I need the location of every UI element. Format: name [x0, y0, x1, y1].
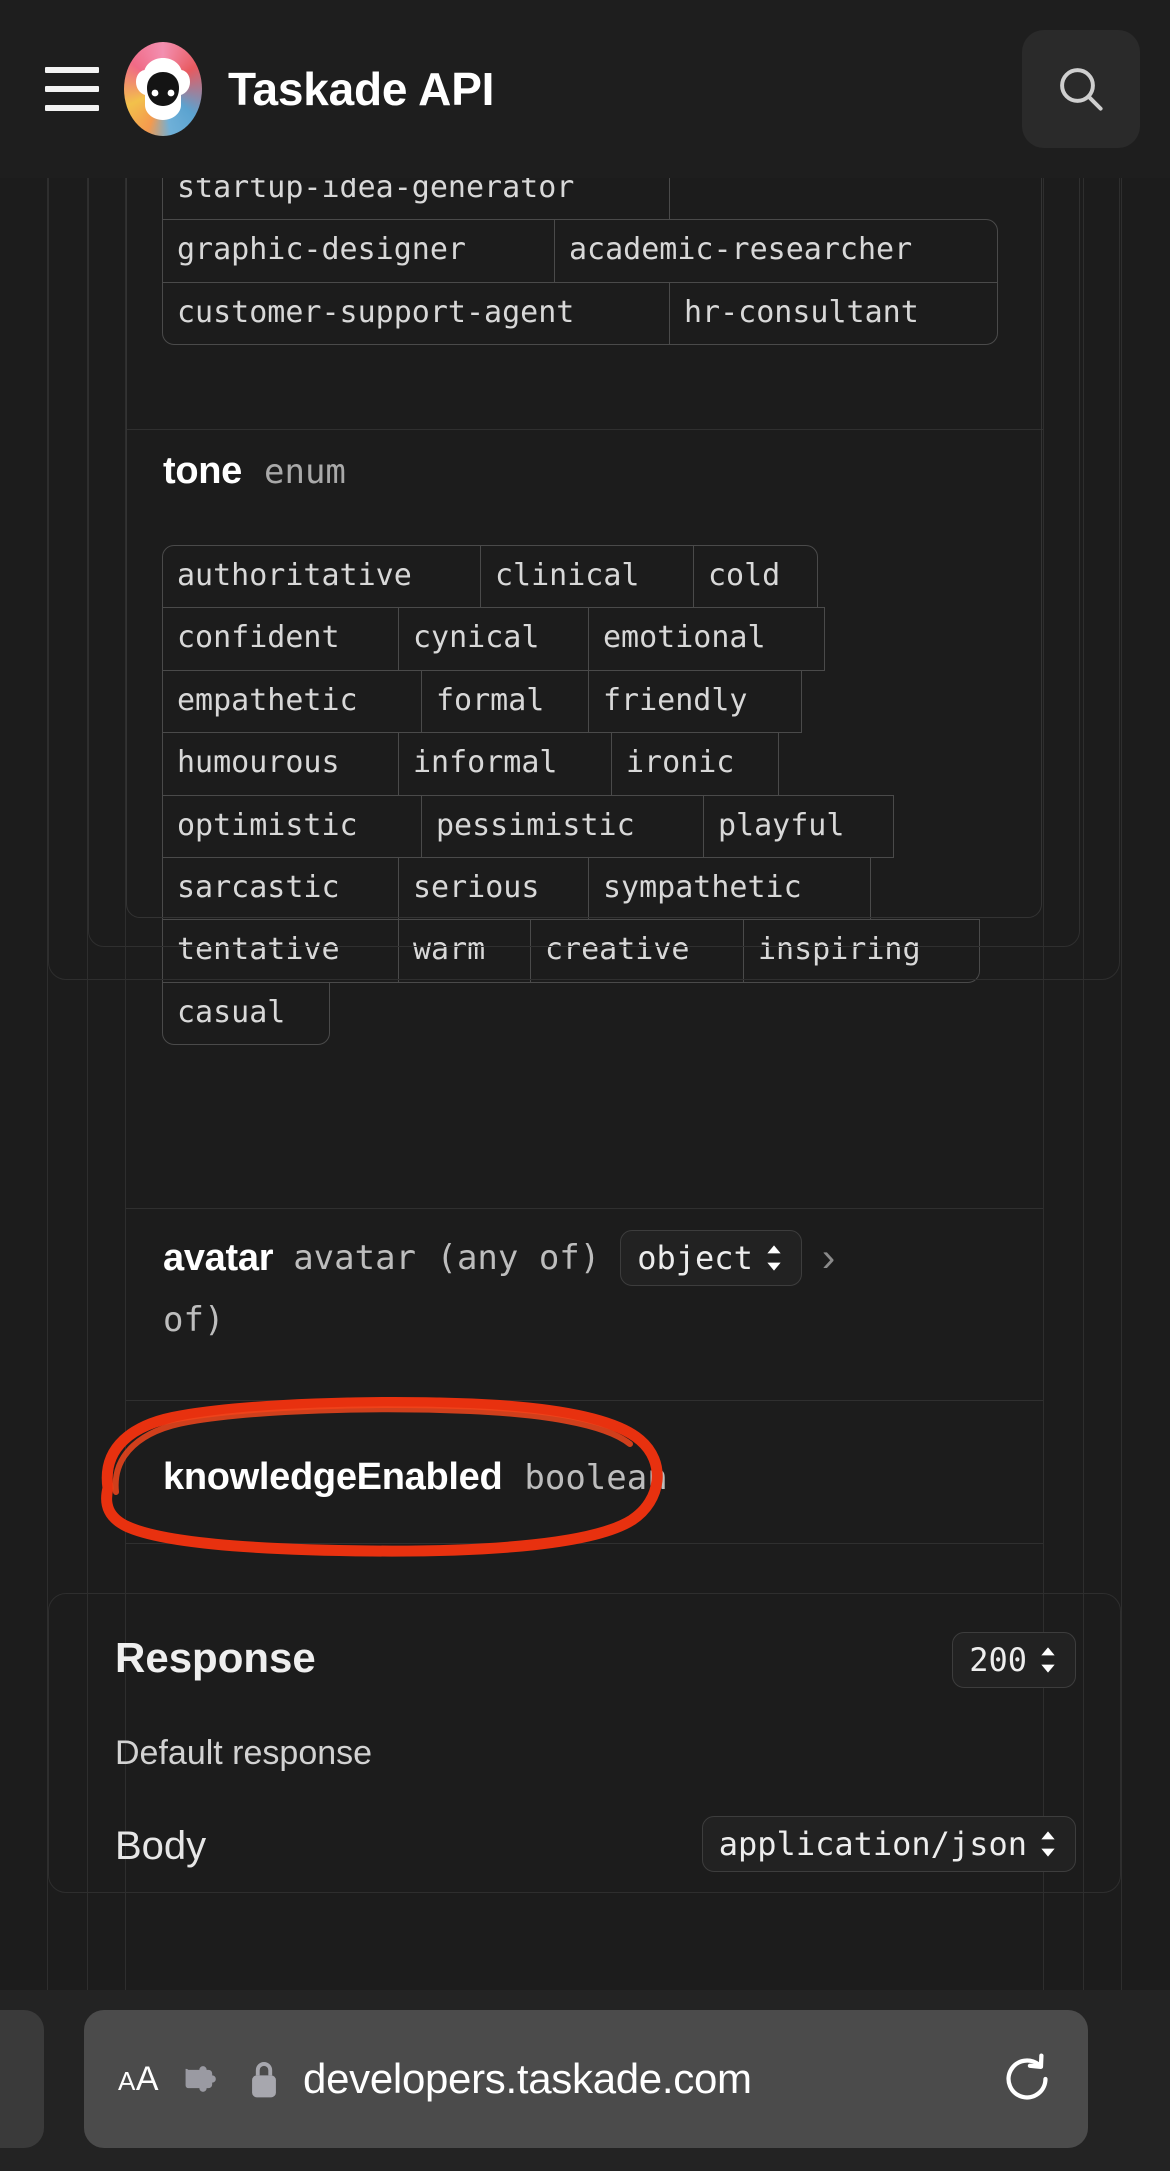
avatar-variant-select[interactable]: object — [620, 1230, 802, 1286]
enum-chip[interactable]: cynical — [398, 607, 589, 671]
chip-row: confident cynical emotional — [162, 607, 980, 671]
chip-row: authoritative clinical cold — [162, 545, 980, 609]
address-bar[interactable]: AA developers.taskade.com — [84, 2010, 1088, 2148]
field-row-knowledge-enabled[interactable]: knowledgeEnabled boolean — [163, 1456, 668, 1499]
sheep-glyph — [136, 58, 190, 120]
app-header: Taskade API — [0, 0, 1170, 178]
text-size-small-a: A — [118, 2065, 136, 2096]
response-status-select[interactable]: 200 — [952, 1632, 1076, 1688]
enum-chip[interactable]: cold — [693, 545, 818, 609]
response-content-type-select[interactable]: application/json — [701, 1816, 1076, 1872]
field-type-wrap: of) — [163, 1300, 225, 1340]
enum-chip[interactable]: hr-consultant — [669, 281, 998, 346]
response-title: Response — [115, 1634, 316, 1681]
search-button[interactable] — [1022, 30, 1140, 148]
role-enum-chip-grid: startup-idea-generator graphic-designer … — [162, 178, 998, 346]
field-separator — [126, 1400, 1043, 1401]
field-type: avatar (any of) — [293, 1238, 601, 1278]
search-icon — [1060, 68, 1103, 111]
enum-chip[interactable]: serious — [398, 856, 589, 921]
enum-chip[interactable]: formal — [421, 669, 589, 734]
taskade-sheep-logo[interactable] — [124, 42, 202, 136]
chip-row: humourous informal ironic — [162, 732, 980, 796]
enum-chip[interactable]: informal — [398, 732, 612, 796]
previous-tab-edge[interactable] — [0, 2010, 44, 2148]
hamburger-bar — [45, 105, 99, 111]
response-status-value: 200 — [969, 1641, 1027, 1679]
enum-chip[interactable]: graphic-designer — [162, 219, 555, 283]
chip-row: tentative warm creative inspiring — [162, 919, 980, 983]
expand-chevron-right-icon[interactable]: › — [822, 1238, 835, 1278]
enum-chip[interactable]: warm — [398, 919, 531, 983]
enum-chip[interactable]: tentative — [162, 919, 399, 983]
enum-chip[interactable]: playful — [703, 794, 894, 858]
field-row-avatar[interactable]: avatar avatar (any of) object › of) — [163, 1230, 1043, 1340]
enum-chip[interactable]: sarcastic — [162, 856, 399, 921]
field-separator — [126, 429, 1043, 430]
browser-toolbar: AA developers.taskade.com — [0, 1990, 1170, 2171]
enum-chip[interactable]: humourous — [162, 732, 399, 796]
enum-chip[interactable]: optimistic — [162, 794, 422, 858]
hamburger-bar — [45, 86, 99, 92]
chip-row: empathetic formal friendly — [162, 669, 980, 734]
lock-icon — [252, 2062, 276, 2098]
card-rail-outer-right — [1121, 178, 1122, 1990]
hamburger-menu-icon[interactable] — [40, 57, 104, 121]
enum-chip[interactable]: creative — [530, 919, 744, 983]
chip-row: optimistic pessimistic playful — [162, 794, 980, 858]
chip-row: customer-support-agent hr-consultant — [162, 281, 998, 346]
enum-chip[interactable]: empathetic — [162, 669, 422, 734]
response-card: Response 200 Default response Body appli… — [48, 1593, 1121, 1893]
page-content: startup-idea-generator graphic-designer … — [0, 178, 1170, 1990]
field-name: knowledgeEnabled — [163, 1456, 503, 1498]
enum-chip[interactable]: clinical — [480, 545, 694, 609]
chip-row: casual — [162, 981, 980, 1046]
text-size-large-a: A — [135, 2059, 160, 2098]
chevron-up-down-icon — [1041, 1647, 1055, 1673]
page-title: Taskade API — [228, 63, 495, 115]
chevron-up-down-icon — [1041, 1831, 1055, 1857]
enum-chip[interactable]: ironic — [611, 732, 779, 796]
enum-chip[interactable]: confident — [162, 607, 399, 671]
field-name: tone — [163, 450, 243, 492]
enum-chip[interactable]: sympathetic — [588, 856, 871, 921]
field-separator — [126, 1208, 1043, 1209]
response-body-label: Body — [115, 1824, 207, 1868]
chip-row: sarcastic serious sympathetic — [162, 856, 980, 921]
enum-chip[interactable]: academic-researcher — [554, 219, 998, 283]
field-type: enum — [264, 452, 346, 492]
reload-icon[interactable] — [1000, 2052, 1054, 2106]
response-content-type-value: application/json — [718, 1825, 1027, 1863]
enum-chip[interactable]: customer-support-agent — [162, 281, 670, 346]
enum-chip[interactable]: pessimistic — [421, 794, 704, 858]
enum-chip[interactable]: startup-idea-generator — [162, 178, 670, 221]
chip-row: graphic-designer academic-researcher — [162, 219, 998, 283]
enum-chip[interactable]: casual — [162, 981, 330, 1046]
enum-chip[interactable]: friendly — [588, 669, 802, 734]
field-name: avatar — [163, 1236, 274, 1279]
avatar-variant-value: object — [637, 1239, 753, 1277]
text-size-button[interactable]: AA — [118, 2060, 159, 2099]
enum-chip[interactable]: authoritative — [162, 545, 481, 609]
tone-enum-chip-grid: authoritative clinical cold confident cy… — [162, 545, 980, 1046]
response-description: Default response — [115, 1734, 373, 1772]
enum-chip[interactable]: emotional — [588, 607, 825, 671]
field-type: boolean — [524, 1458, 668, 1498]
enum-chip[interactable]: inspiring — [743, 919, 980, 983]
params-card-bottom-edge — [126, 1543, 1043, 1544]
field-header-tone: tone enum — [163, 450, 346, 493]
chip-row: startup-idea-generator — [162, 178, 998, 221]
chevron-up-down-icon — [767, 1245, 781, 1271]
url-text[interactable]: developers.taskade.com — [303, 2055, 752, 2103]
puzzle-piece-icon[interactable] — [181, 2057, 225, 2101]
hamburger-bar — [45, 67, 99, 73]
